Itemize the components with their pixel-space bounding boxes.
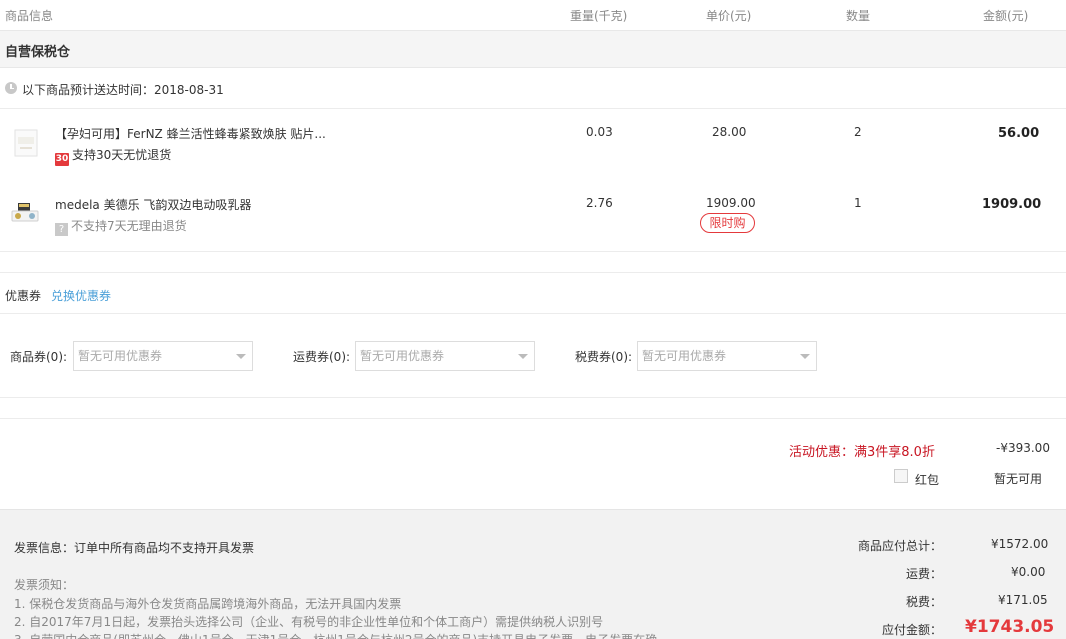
warehouse-header: 自营保税仓 — [0, 31, 1066, 68]
product-coupon-value: 暂无可用优惠券 — [78, 349, 163, 363]
shipping-coupon-value: 暂无可用优惠券 — [360, 349, 445, 363]
product-quantity: 2 — [854, 125, 862, 139]
delivery-estimate: 以下商品预计送达时间：2018-08-31 — [0, 68, 1066, 109]
shipping-label: 运费： — [906, 567, 943, 581]
promotion-label: 活动优惠：满3件享8.0折 — [789, 445, 935, 460]
table-header: 商品信息 重量(千克) 单价(元) 数量 金额(元) — [0, 0, 1066, 31]
column-header-quantity: 数量 — [846, 9, 871, 23]
divider — [0, 272, 1066, 273]
subtotal-label: 商品应付总计： — [858, 539, 943, 553]
chevron-down-icon — [236, 354, 246, 359]
invoice-notice-title: 发票须知： — [14, 578, 75, 592]
column-header-unit-price: 单价(元) — [706, 9, 752, 23]
product-amount: 56.00 — [998, 126, 1040, 141]
return-policy: ? 不支持7天无理由退货 — [55, 217, 187, 236]
exchange-coupon-link[interactable]: 兑换优惠券 — [51, 287, 111, 304]
chevron-down-icon — [518, 354, 528, 359]
divider — [0, 313, 1066, 314]
invoice-notice-item: 2. 自2017年7月1日起，发票抬头选择公司（企业、有税号的非企业性单位和个体… — [14, 615, 604, 629]
divider — [0, 251, 1066, 252]
return-policy: 30 支持30天无忧退货 — [55, 146, 171, 166]
product-weight: 0.03 — [586, 125, 613, 139]
subtotal-value: ¥1572.00 — [991, 537, 1049, 551]
promotion-amount: -¥393.00 — [996, 441, 1050, 455]
product-unit-price: 1909.00 — [706, 196, 756, 210]
total-value: ¥1743.05 — [965, 617, 1055, 637]
product-thumbnail[interactable] — [10, 197, 40, 227]
invoice-info: 发票信息：订单中所有商品均不支持开具发票 — [14, 541, 255, 555]
red-packet-checkbox[interactable] — [894, 469, 908, 483]
product-weight: 2.76 — [586, 196, 613, 210]
question-icon: ? — [55, 223, 68, 236]
clock-icon — [5, 82, 17, 94]
column-header-product: 商品信息 — [5, 9, 54, 23]
coupon-section-title: 优惠券 — [5, 289, 42, 303]
product-thumbnail[interactable] — [12, 128, 42, 158]
tax-label: 税费： — [906, 595, 943, 609]
delivery-text: 以下商品预计送达时间：2018-08-31 — [22, 83, 224, 97]
invoice-notice-item: 1. 保税仓发货商品与海外仓发货商品属跨境海外商品，无法开具国内发票 — [14, 597, 402, 611]
product-quantity: 1 — [854, 196, 862, 210]
shipping-value: ¥0.00 — [1011, 565, 1046, 579]
total-label: 应付金额： — [882, 623, 943, 637]
warehouse-title: 自营保税仓 — [5, 45, 71, 60]
divider — [0, 397, 1066, 398]
red-packet-status: 暂无可用 — [994, 472, 1043, 486]
product-amount: 1909.00 — [982, 197, 1042, 212]
tax-value: ¥171.05 — [998, 593, 1048, 607]
column-header-weight: 重量(千克) — [570, 9, 628, 23]
red-packet-label: 红包 — [915, 473, 940, 487]
product-unit-price: 28.00 — [712, 125, 747, 139]
return-policy-text: 不支持7天无理由退货 — [71, 219, 187, 233]
product-coupon-select[interactable]: 暂无可用优惠券 — [73, 341, 253, 371]
shipping-coupon-select[interactable]: 暂无可用优惠券 — [355, 341, 535, 371]
chevron-down-icon — [800, 354, 810, 359]
product-name[interactable]: 【孕妇可用】FerNZ 蜂兰活性蜂毒紧致焕肤 贴片... — [55, 125, 326, 142]
product-coupon-label: 商品券(0): — [10, 350, 68, 364]
shipping-coupon-label: 运费券(0): — [293, 350, 351, 364]
limited-time-tag: 限时购 — [700, 213, 755, 233]
product-name[interactable]: medela 美德乐 飞韵双边电动吸乳器 — [55, 196, 251, 213]
order-footer: 发票信息：订单中所有商品均不支持开具发票 发票须知： 1. 保税仓发货商品与海外… — [0, 509, 1066, 639]
return-30-days-icon: 30 — [55, 153, 69, 166]
column-header-amount: 金额(元) — [983, 9, 1029, 23]
divider — [0, 418, 1066, 419]
tax-coupon-value: 暂无可用优惠券 — [642, 349, 727, 363]
tax-coupon-label: 税费券(0): — [575, 350, 633, 364]
return-policy-text: 支持30天无忧退货 — [72, 148, 172, 162]
invoice-notice-item: 3. 自营国内仓商品(即苏州仓、佛山1号仓、天津1号仓、杭州1号仓与杭州2号仓的… — [14, 631, 657, 639]
tax-coupon-select[interactable]: 暂无可用优惠券 — [637, 341, 817, 371]
